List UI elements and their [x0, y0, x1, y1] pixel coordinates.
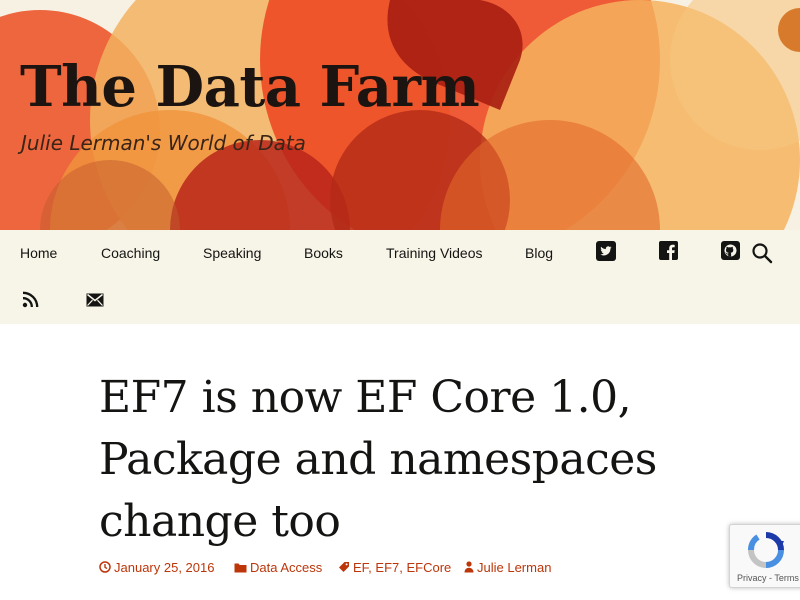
post-category-link[interactable]: Data Access	[250, 560, 322, 575]
site-title[interactable]: The Data Farm	[20, 52, 480, 122]
post-date-link[interactable]: January 25, 2016	[114, 560, 214, 575]
post-tag-link[interactable]: EF7	[375, 560, 399, 575]
nav-item-blog[interactable]: Blog	[525, 243, 553, 263]
main-navigation: Home Coaching Speaking Books Training Vi…	[0, 230, 800, 324]
rss-icon[interactable]	[22, 291, 39, 313]
recaptcha-terms-link[interactable]: Terms	[774, 573, 799, 583]
facebook-icon[interactable]	[659, 241, 678, 265]
folder-icon	[234, 563, 247, 573]
site-tagline: Julie Lerman's World of Data	[21, 131, 306, 155]
post-date-meta: January 25, 2016	[99, 560, 214, 576]
email-icon[interactable]	[86, 293, 104, 312]
site-header-banner: The Data Farm Julie Lerman's World of Da…	[0, 0, 800, 230]
nav-item-books[interactable]: Books	[304, 243, 343, 263]
tag-icon	[339, 562, 349, 572]
post-tags-meta: EF, EF7, EFCore	[338, 560, 451, 576]
recaptcha-links: Privacy - Terms	[737, 573, 799, 583]
search-icon[interactable]	[751, 242, 773, 269]
twitter-icon[interactable]	[596, 241, 616, 266]
post-title[interactable]: EF7 is now EF Core 1.0, Package and name…	[99, 367, 719, 553]
clock-icon	[99, 561, 111, 573]
recaptcha-privacy-link[interactable]: Privacy	[737, 573, 767, 583]
recaptcha-badge[interactable]: Privacy - Terms	[729, 524, 800, 588]
nav-item-home[interactable]: Home	[20, 243, 57, 263]
post-author-link[interactable]: Julie Lerman	[477, 560, 551, 575]
nav-item-coaching[interactable]: Coaching	[101, 243, 160, 263]
user-icon	[464, 561, 474, 573]
post-author-meta: Julie Lerman	[464, 560, 551, 576]
post-tag-link[interactable]: EF	[353, 560, 368, 575]
post-tag-link[interactable]: EFCore	[406, 560, 451, 575]
nav-item-speaking[interactable]: Speaking	[203, 243, 261, 263]
post-category-meta: Data Access	[234, 560, 322, 576]
nav-item-training-videos[interactable]: Training Videos	[386, 243, 483, 263]
recaptcha-logo-icon	[748, 532, 784, 568]
github-icon[interactable]	[721, 241, 740, 265]
